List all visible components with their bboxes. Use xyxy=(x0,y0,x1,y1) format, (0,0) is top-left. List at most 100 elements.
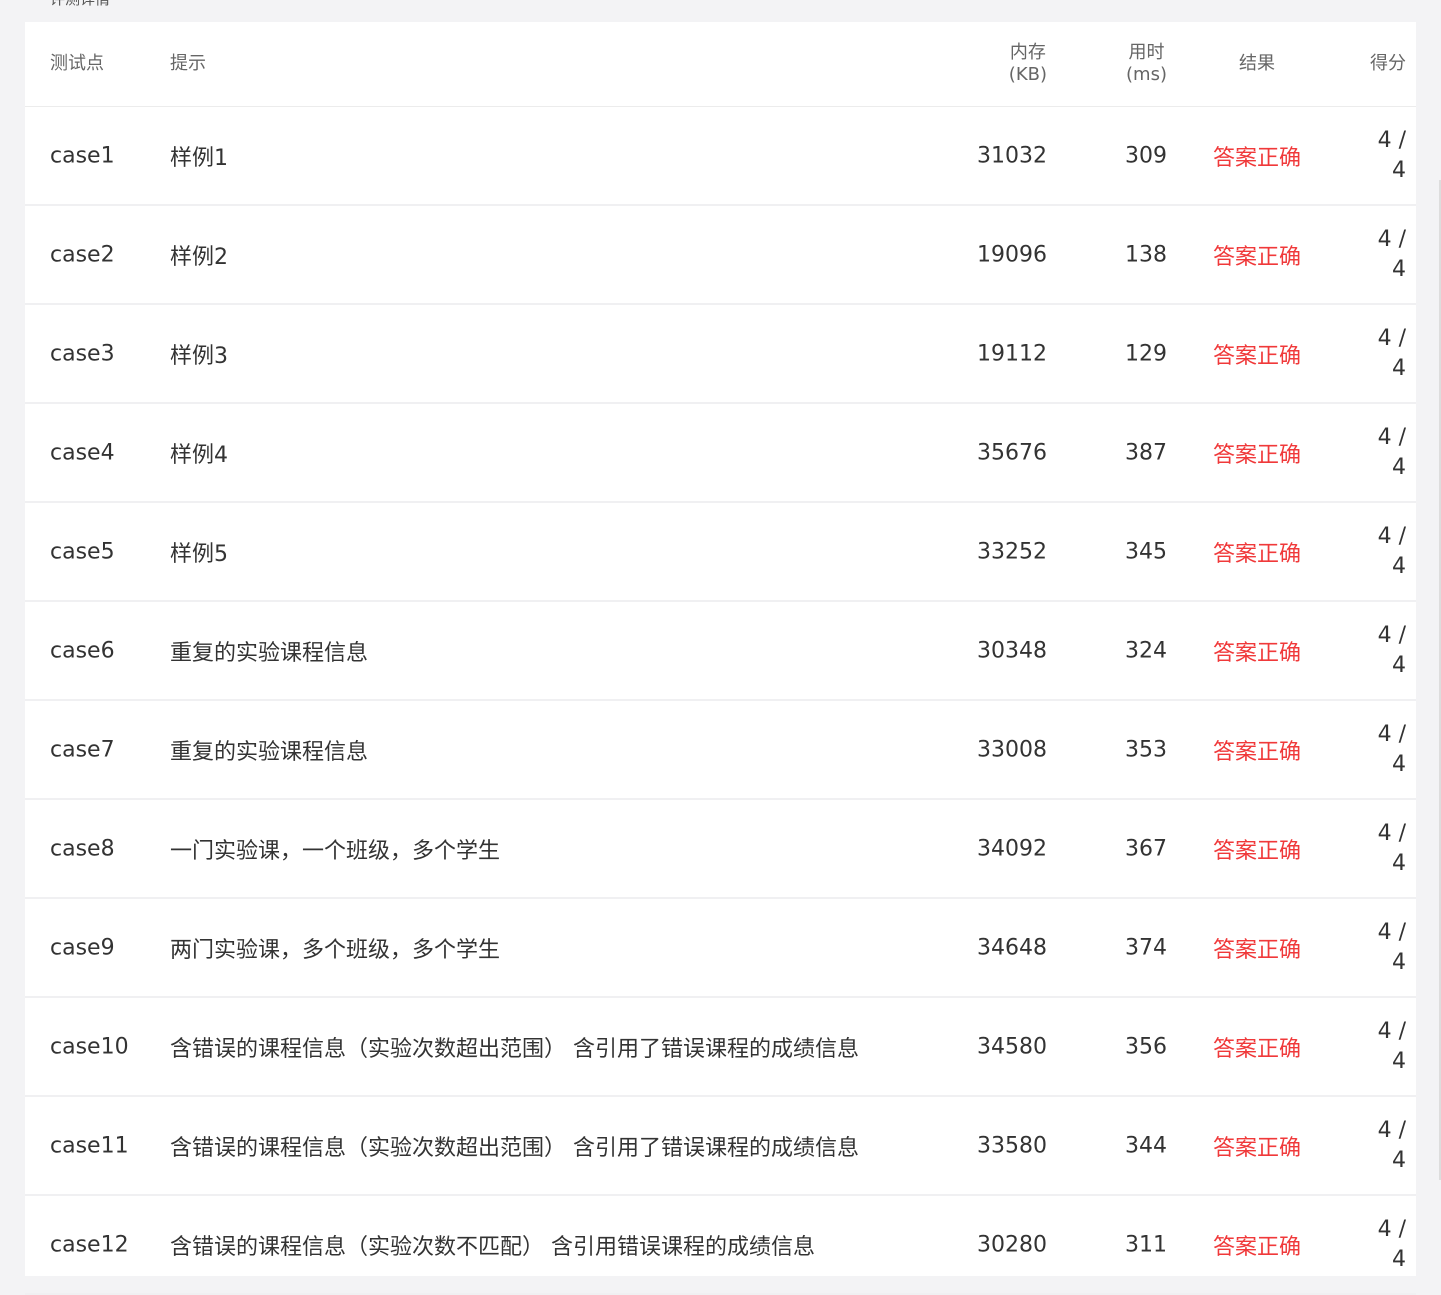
case-result: 答案正确 xyxy=(1213,145,1302,171)
case-hint: 重复的实验课程信息 xyxy=(170,739,369,765)
case-time: 374 xyxy=(1125,935,1167,960)
header-result: 结果 xyxy=(1239,53,1275,74)
judge-detail-panel: 评测详情 测试点 提示 内存 (KB) 用时 (ms) 结果 得分 case1 样… xyxy=(25,0,1416,1295)
case-id: case12 xyxy=(50,1232,129,1257)
case-memory: 34092 xyxy=(977,836,1047,861)
case-result: 答案正确 xyxy=(1213,937,1302,963)
table-row: case3 样例3 19112 129 答案正确 4 /4 xyxy=(25,305,1416,404)
case-hint: 重复的实验课程信息 xyxy=(170,640,369,666)
case-memory: 33580 xyxy=(977,1133,1047,1158)
case-score-line2: 4 xyxy=(1392,355,1406,381)
case-score: 4 /4 xyxy=(1378,324,1406,384)
case-id: case7 xyxy=(50,737,115,762)
case-score-line1: 4 / xyxy=(1377,820,1406,846)
panel-header: 评测详情 xyxy=(25,0,1416,22)
case-score: 4 /4 xyxy=(1378,918,1406,978)
case-hint: 样例5 xyxy=(170,541,228,567)
table-header: 测试点 提示 内存 (KB) 用时 (ms) 结果 得分 xyxy=(25,22,1416,107)
case-result: 答案正确 xyxy=(1213,442,1302,468)
case-time: 129 xyxy=(1125,341,1167,366)
case-score-line1: 4 / xyxy=(1377,1018,1406,1044)
case-score-line1: 4 / xyxy=(1377,325,1406,351)
case-hint: 样例1 xyxy=(170,145,228,171)
case-time: 387 xyxy=(1125,440,1167,465)
table-row: case11 含错误的课程信息（实验次数超出范围） 含引用了错误课程的成绩信息 33… xyxy=(25,1097,1416,1196)
case-score: 4 /4 xyxy=(1378,1017,1406,1077)
case-hint: 含错误的课程信息（实验次数超出范围） 含引用了错误课程的成绩信息 xyxy=(170,1036,859,1062)
case-score: 4 /4 xyxy=(1378,423,1406,483)
table-row: case4 样例4 35676 387 答案正确 4 /4 xyxy=(25,404,1416,503)
panel-title: 评测详情 xyxy=(50,0,110,9)
case-time: 138 xyxy=(1125,242,1167,267)
table-row: case12 含错误的课程信息（实验次数不匹配） 含引用错误课程的成绩信息 3028… xyxy=(25,1196,1416,1295)
case-hint: 两门实验课，多个班级，多个学生 xyxy=(170,937,501,963)
case-score: 4 /4 xyxy=(1378,522,1406,582)
case-result: 答案正确 xyxy=(1213,1234,1302,1260)
table-row: case8 一门实验课，一个班级，多个学生 34092 367 答案正确 4 /4 xyxy=(25,800,1416,899)
case-result: 答案正确 xyxy=(1213,1036,1302,1062)
case-score-line2: 4 xyxy=(1392,1147,1406,1173)
case-score: 4 /4 xyxy=(1378,1215,1406,1275)
case-score-line1: 4 / xyxy=(1377,919,1406,945)
case-score-line2: 4 xyxy=(1392,1048,1406,1074)
header-memory-unit: (KB) xyxy=(1008,64,1047,85)
case-result: 答案正确 xyxy=(1213,343,1302,369)
case-score-line2: 4 xyxy=(1392,1246,1406,1272)
case-id: case2 xyxy=(50,242,115,267)
case-score-line1: 4 / xyxy=(1377,1216,1406,1242)
case-id: case1 xyxy=(50,143,115,168)
case-score-line2: 4 xyxy=(1392,652,1406,678)
case-score: 4 /4 xyxy=(1378,225,1406,285)
case-memory: 19096 xyxy=(977,242,1047,267)
case-score-line2: 4 xyxy=(1392,157,1406,183)
table-row: case9 两门实验课，多个班级，多个学生 34648 374 答案正确 4 /4 xyxy=(25,899,1416,998)
table-body: case1 样例1 31032 309 答案正确 4 /4 case2 样例2 19096 138… xyxy=(25,107,1416,1295)
case-time: 345 xyxy=(1125,539,1167,564)
header-time-unit: (ms) xyxy=(1126,64,1167,85)
case-hint: 样例3 xyxy=(170,343,228,369)
case-memory: 33008 xyxy=(977,737,1047,762)
case-score-line1: 4 / xyxy=(1377,721,1406,747)
header-memory-label: 内存 xyxy=(1009,42,1046,63)
case-score-line1: 4 / xyxy=(1377,127,1406,153)
case-hint: 含错误的课程信息（实验次数不匹配） 含引用错误课程的成绩信息 xyxy=(170,1234,815,1260)
case-id: case6 xyxy=(50,638,115,663)
case-memory: 19112 xyxy=(977,341,1047,366)
case-score-line1: 4 / xyxy=(1377,622,1406,648)
table-row: case7 重复的实验课程信息 33008 353 答案正确 4 /4 xyxy=(25,701,1416,800)
case-memory: 31032 xyxy=(977,143,1047,168)
case-time: 309 xyxy=(1125,143,1167,168)
case-score: 4 /4 xyxy=(1378,819,1406,879)
table-row: case10 含错误的课程信息（实验次数超出范围） 含引用了错误课程的成绩信息 34… xyxy=(25,998,1416,1097)
case-score-line2: 4 xyxy=(1392,850,1406,876)
case-result: 答案正确 xyxy=(1213,1135,1302,1161)
case-score-line1: 4 / xyxy=(1377,523,1406,549)
case-time: 344 xyxy=(1125,1133,1167,1158)
case-memory: 35676 xyxy=(977,440,1047,465)
case-id: case11 xyxy=(50,1133,129,1158)
case-result: 答案正确 xyxy=(1213,640,1302,666)
case-score: 4 /4 xyxy=(1378,1116,1406,1176)
header-time-label: 用时 xyxy=(1128,42,1165,63)
case-score-line1: 4 / xyxy=(1377,226,1406,252)
case-hint: 一门实验课，一个班级，多个学生 xyxy=(170,838,501,864)
header-time: 用时 (ms) xyxy=(1126,42,1167,86)
case-time: 356 xyxy=(1125,1034,1167,1059)
case-score-line2: 4 xyxy=(1392,454,1406,480)
case-time: 367 xyxy=(1125,836,1167,861)
case-result: 答案正确 xyxy=(1213,541,1302,567)
case-hint: 含错误的课程信息（实验次数超出范围） 含引用了错误课程的成绩信息 xyxy=(170,1135,859,1161)
case-score: 4 /4 xyxy=(1378,621,1406,681)
header-memory: 内存 (KB) xyxy=(1009,42,1047,86)
case-hint: 样例2 xyxy=(170,244,228,270)
case-memory: 34580 xyxy=(977,1034,1047,1059)
table-row: case2 样例2 19096 138 答案正确 4 /4 xyxy=(25,206,1416,305)
case-memory: 34648 xyxy=(977,935,1047,960)
case-memory: 30348 xyxy=(977,638,1047,663)
case-score-line2: 4 xyxy=(1392,553,1406,579)
case-result: 答案正确 xyxy=(1213,244,1302,270)
case-memory: 33252 xyxy=(977,539,1047,564)
case-memory: 30280 xyxy=(977,1232,1047,1257)
case-score-line2: 4 xyxy=(1392,256,1406,282)
case-id: case10 xyxy=(50,1034,129,1059)
